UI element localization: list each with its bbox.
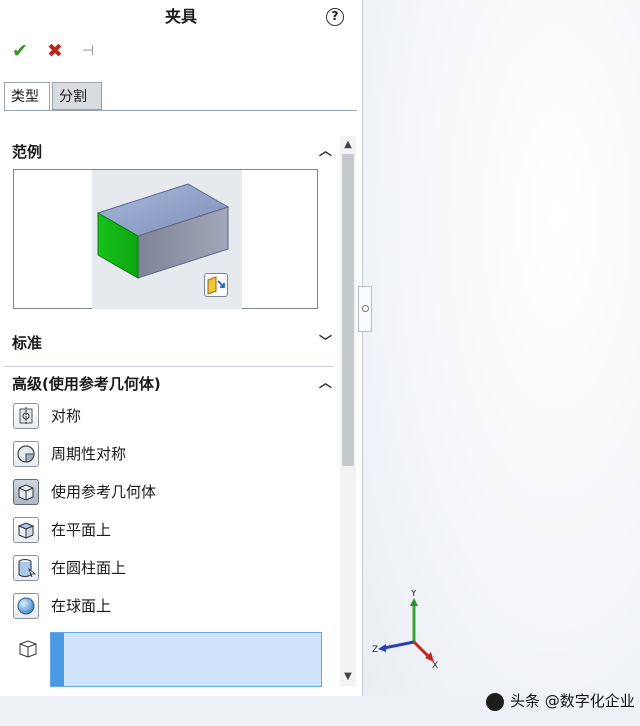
cyclic-symmetry-icon[interactable]: [13, 441, 39, 467]
symmetry-glyph: [19, 407, 33, 425]
cancel-button[interactable]: ✖: [44, 40, 66, 62]
option-symmetry[interactable]: 对称: [13, 401, 333, 431]
panel-collapse-handle[interactable]: [358, 286, 372, 332]
triad-z-label: Z: [372, 645, 378, 655]
section-example-label: 范例: [12, 143, 43, 161]
option-on-flat-face[interactable]: 在平面上: [13, 515, 333, 545]
tab-divider: [4, 110, 357, 111]
on-flat-face-glyph: [17, 522, 35, 539]
reference-geometry-glyph: [18, 484, 34, 501]
reference-geometry-selection-box[interactable]: [50, 632, 322, 687]
chevron-up-icon[interactable]: ︿: [319, 140, 332, 164]
on-flat-face-icon[interactable]: [13, 517, 39, 543]
triad-y-arrow: [410, 598, 418, 606]
pin-icon[interactable]: ⊣: [77, 40, 99, 62]
chevron-up-icon[interactable]: ︿: [319, 372, 332, 396]
section-divider: [4, 366, 334, 367]
collapse-handle-icon: [362, 305, 369, 312]
option-label: 在球面上: [51, 597, 112, 615]
option-label: 使用参考几何体: [51, 483, 157, 501]
scrollbar-thumb[interactable]: [342, 154, 354, 466]
section-standard-label: 标准: [12, 334, 43, 352]
watermark-logo: [486, 692, 504, 711]
option-cyclic-symmetry[interactable]: 周期性对称: [13, 439, 333, 469]
cyclic-symmetry-glyph: [17, 445, 35, 463]
reference-geometry-glyph: [19, 640, 37, 658]
watermark: 头条 @数字化企业: [486, 686, 635, 716]
option-label: 在平面上: [51, 521, 112, 539]
option-on-cylindrical-face[interactable]: 在圆柱面上: [13, 553, 333, 583]
ok-button[interactable]: ✔: [9, 40, 31, 62]
reference-geometry-icon[interactable]: [13, 479, 39, 505]
option-label: 对称: [51, 407, 82, 425]
chevron-down-icon[interactable]: ﹀: [319, 331, 332, 355]
section-advanced-label: 高级(使用参考几何体): [12, 375, 161, 393]
tab-type[interactable]: 类型: [4, 82, 50, 110]
help-icon[interactable]: ?: [326, 8, 344, 26]
triad-z-axis: [383, 640, 415, 650]
on-cylindrical-face-icon[interactable]: [13, 555, 39, 581]
reference-geometry-icon: [15, 636, 41, 662]
tab-split[interactable]: 分割: [52, 82, 102, 110]
scroll-up-icon[interactable]: ▲: [340, 136, 356, 154]
example-preview: [13, 169, 318, 309]
triad-z-arrow: [378, 644, 386, 652]
selection-box-indicator: [51, 633, 64, 686]
scroll-down-icon[interactable]: ▼: [340, 668, 356, 686]
fixture-type-glyph: [207, 276, 225, 295]
fixture-type-icon: [204, 273, 228, 297]
option-label: 在圆柱面上: [51, 559, 127, 577]
example-image: [92, 170, 242, 309]
option-label: 周期性对称: [51, 445, 127, 463]
panel-scrollbar[interactable]: ▲ ▼: [340, 136, 356, 686]
triad-x-axis: [412, 640, 430, 658]
watermark-text: 头条 @数字化企业: [510, 692, 635, 710]
on-cylindrical-face-glyph: [18, 559, 37, 578]
option-on-spherical-face[interactable]: 在球面上: [13, 591, 333, 621]
on-spherical-face-icon[interactable]: [13, 593, 39, 619]
section-example-header[interactable]: 范例 ︿: [12, 140, 332, 164]
symmetry-icon[interactable]: [13, 403, 39, 429]
triad-y-label: Y: [410, 590, 417, 599]
on-spherical-face-glyph: [17, 597, 35, 615]
panel-title: 夹具: [164, 7, 197, 26]
property-manager-panel: 夹具 ? ✔ ✖ ⊣ 类型 分割 范例 ︿ 标准 ﹀ 高级(使用参考几何体) ︿…: [0, 0, 363, 726]
section-standard-header[interactable]: 标准 ﹀: [12, 331, 332, 355]
section-advanced-header[interactable]: 高级(使用参考几何体) ︿: [12, 372, 332, 396]
triad-x-label: X: [432, 661, 438, 670]
reference-geometry-row: [13, 632, 323, 688]
reference-triad: Y Z X: [372, 590, 438, 670]
option-reference-geometry[interactable]: 使用参考几何体: [13, 477, 333, 507]
